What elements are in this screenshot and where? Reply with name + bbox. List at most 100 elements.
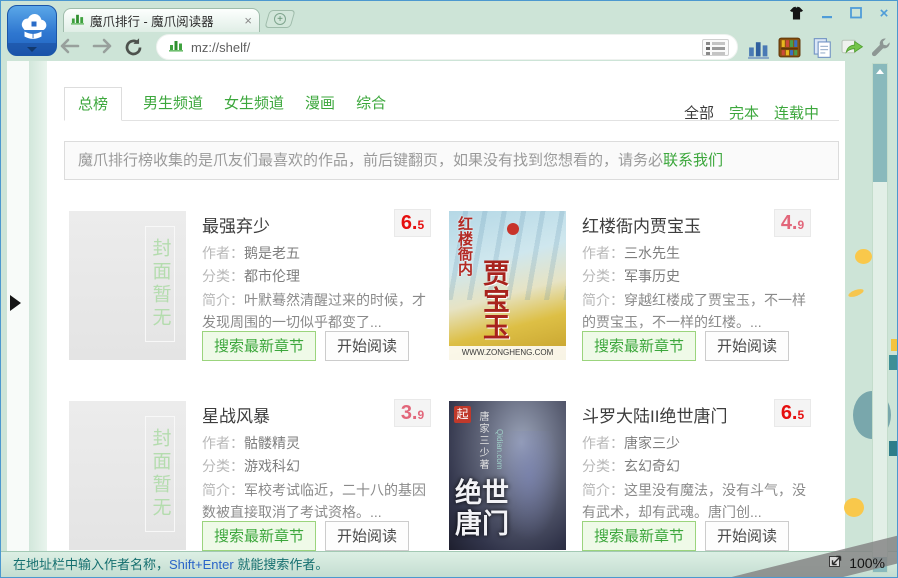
settings-wrench-button[interactable] [869, 37, 893, 61]
search-latest-button[interactable]: 搜索最新章节 [582, 521, 696, 551]
tab-comics[interactable]: 漫画 [305, 92, 335, 120]
left-rail-strip [29, 61, 47, 553]
deco-blob [847, 287, 864, 298]
filter-serializing[interactable]: 连载中 [774, 102, 819, 123]
status-text: 在地址栏中输入作者名称， [13, 557, 169, 572]
start-reading-button[interactable]: 开始阅读 [325, 331, 409, 361]
book-card: 封面暂无 最强弃少 6.5 作者：鹅是老五 分类：都市伦理 简介：叶默蓦然清醒过… [69, 209, 431, 364]
plus-icon: + [274, 13, 286, 25]
rating-integer: 4. [781, 212, 798, 235]
cover-placeholder-text: 封面暂无 [145, 416, 175, 532]
book-card: 红楼衙内 贾宝玉 WWW.ZONGHENG.COM 红楼衙内贾宝玉 4.9 作者… [449, 209, 811, 364]
cover-site-text: WWW.ZONGHENG.COM [449, 346, 566, 360]
tab-misc[interactable]: 综合 [356, 92, 386, 120]
maximize-icon [849, 7, 863, 24]
cover-author-vertical: 唐家三少著 [475, 411, 490, 471]
cover-placeholder-text: 封面暂无 [145, 226, 175, 342]
author-row: 作者：骷髅精灵 [202, 433, 300, 453]
back-button[interactable] [59, 37, 83, 59]
category-row: 分类：都市伦理 [202, 266, 300, 286]
close-window-button[interactable]: × [875, 6, 893, 22]
status-filter-bar: 全部 完本 连载中 [684, 102, 819, 123]
book-cover[interactable]: 封面暂无 [69, 401, 186, 550]
desc-row: 简介：穿越红楼成了贾宝玉，不一样的贾宝玉，不一样的红楼。... [582, 289, 811, 333]
forward-button[interactable] [91, 37, 115, 59]
book-card: 封面暂无 星战风暴 3.9 作者：骷髅精灵 分类：游戏科幻 简介：军校考试临近，… [69, 399, 431, 554]
rating-badge: 6.5 [774, 399, 811, 427]
rating-integer: 3. [401, 402, 418, 425]
book-title[interactable]: 最强弃少 [202, 212, 377, 237]
resize-arrows-icon [828, 552, 844, 573]
refresh-button[interactable] [123, 37, 147, 59]
page-content: 总榜 男生频道 女生频道 漫画 综合 全部 完本 连载中 魔爪排行榜收集的是爪友… [47, 61, 845, 553]
desc-row: 简介：军校考试临近，二十八的基因数被直接取消了考试资格。... [202, 479, 431, 523]
tab-total-rank[interactable]: 总榜 [64, 87, 122, 121]
ranking-button[interactable] [747, 37, 771, 61]
bookshelf-icon [778, 45, 801, 62]
cover-site-text: Qidian.com [495, 429, 504, 469]
filter-all[interactable]: 全部 [684, 102, 714, 123]
start-reading-button[interactable]: 开始阅读 [325, 521, 409, 551]
site-icon [71, 12, 84, 30]
rating-decimal: 9 [798, 218, 805, 232]
share-button[interactable] [841, 37, 865, 61]
zoom-level-label: 100% [849, 555, 885, 571]
deco-blob [891, 339, 898, 351]
contact-us-link[interactable]: 联系我们 [663, 152, 723, 169]
author-row: 作者：唐家三少 [582, 433, 680, 453]
search-latest-button[interactable]: 搜索最新章节 [582, 331, 696, 361]
deco-blob [889, 355, 898, 370]
cover-main-title: 绝世唐门 [455, 478, 509, 540]
minimize-icon [820, 7, 834, 24]
rating-integer: 6. [401, 212, 418, 235]
rating-integer: 6. [781, 402, 798, 425]
book-cover[interactable]: 封面暂无 [69, 211, 186, 360]
caret-up-icon [876, 69, 884, 74]
start-reading-button[interactable]: 开始阅读 [705, 521, 789, 551]
book-cover[interactable]: 红楼衙内 贾宝玉 WWW.ZONGHENG.COM [449, 211, 566, 360]
address-bar[interactable]: mz://shelf/ [156, 34, 738, 60]
arrow-left-icon [59, 42, 81, 59]
wrench-icon [869, 46, 891, 63]
zoom-indicator[interactable]: 100% [828, 552, 885, 573]
notice-text: 魔爪排行榜收集的是爪友们最喜欢的作品，前后键翻页，如果没有找到您想看的，请务必 [78, 152, 663, 169]
refresh-icon [123, 45, 144, 62]
browser-tab[interactable]: 魔爪排行 - 魔爪阅读器 × [63, 8, 260, 32]
tshirt-icon [788, 8, 805, 25]
app-menu-button[interactable] [7, 5, 57, 56]
scrollbar-up-button[interactable] [873, 64, 887, 79]
status-text: 就能搜索作者。 [234, 557, 329, 572]
new-tab-button[interactable]: + [264, 10, 295, 28]
rating-badge: 3.9 [394, 399, 431, 427]
filter-finished[interactable]: 完本 [729, 102, 759, 123]
skin-theme-button[interactable] [787, 6, 805, 22]
book-title[interactable]: 星战风暴 [202, 402, 377, 427]
book-title[interactable]: 红楼衙内贾宝玉 [582, 212, 757, 237]
book-title[interactable]: 斗罗大陆II绝世唐门 [582, 402, 750, 427]
search-latest-button[interactable]: 搜索最新章节 [202, 521, 316, 551]
category-row: 分类：玄幻奇幻 [582, 456, 680, 476]
tab-female-channel[interactable]: 女生频道 [224, 92, 284, 120]
address-dropdown-button[interactable] [702, 39, 729, 56]
pages-button[interactable] [811, 37, 835, 61]
rating-decimal: 5 [798, 408, 805, 422]
start-reading-button[interactable]: 开始阅读 [705, 331, 789, 361]
search-latest-button[interactable]: 搜索最新章节 [202, 331, 316, 361]
cover-headdress-decoration [507, 223, 519, 235]
sidebar-expand-handle[interactable] [10, 295, 21, 311]
book-cover[interactable]: 起 唐家三少著 Qidian.com 绝世唐门 [449, 401, 566, 550]
list-icon [706, 42, 725, 55]
minimize-button[interactable] [818, 6, 836, 22]
tab-male-channel[interactable]: 男生频道 [143, 92, 203, 120]
scrollbar-track[interactable] [872, 63, 888, 573]
category-row: 分类：军事历史 [582, 266, 680, 286]
notice-bar: 魔爪排行榜收集的是爪友们最喜欢的作品，前后键翻页，如果没有找到您想看的，请务必联… [64, 141, 839, 180]
close-tab-icon[interactable]: × [244, 14, 252, 27]
bookshelf-button[interactable] [778, 37, 802, 61]
maximize-button[interactable] [847, 6, 865, 22]
category-row: 分类：游戏科幻 [202, 456, 300, 476]
rating-decimal: 5 [418, 218, 425, 232]
deco-blob [889, 441, 898, 456]
cover-side-title: 红楼衙内 [454, 216, 475, 276]
scrollbar-thumb[interactable] [873, 79, 887, 182]
